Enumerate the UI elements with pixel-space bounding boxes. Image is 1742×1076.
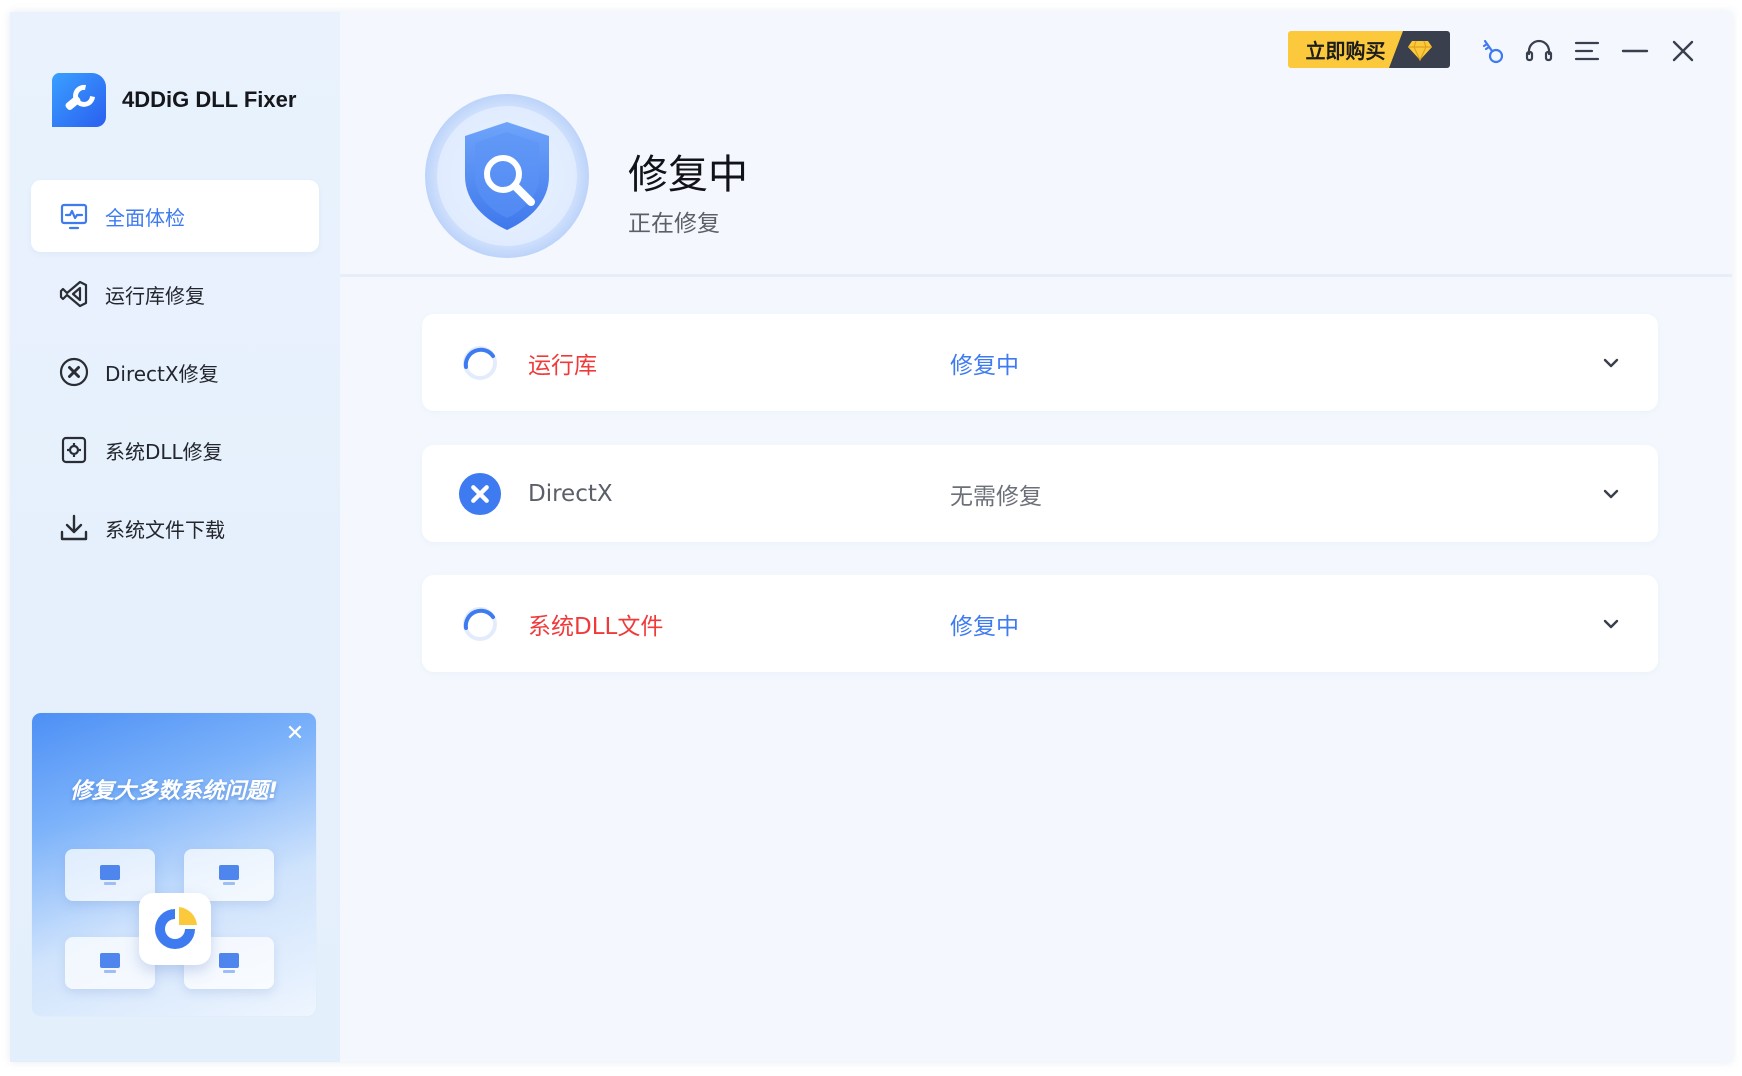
chevron-down-icon[interactable]	[1596, 479, 1626, 509]
promo-title: 修复大多数系统问题!	[69, 779, 279, 804]
row-status: 修复中	[950, 352, 1019, 379]
sidebar: 4DDiG DLL Fixer 全面体检 运行库修复 DirectX修复 系统D…	[10, 12, 340, 1062]
page-title: 修复中	[628, 152, 748, 198]
computer-icon	[219, 953, 239, 973]
repair-row-directx[interactable]: DirectX 无需修复	[422, 445, 1658, 542]
sidebar-item-label: 全面体检	[105, 205, 185, 230]
promo-close-icon[interactable]: ✕	[284, 723, 306, 745]
sidebar-item-runtime-repair[interactable]: 运行库修复	[31, 258, 319, 330]
app-logo-icon	[51, 73, 106, 127]
computer-icon	[219, 865, 239, 885]
sidebar-item-label: 系统DLL修复	[105, 439, 223, 464]
promo-app-logo	[139, 893, 211, 965]
app-name: 4DDiG DLL Fixer	[122, 87, 297, 112]
directx-icon	[57, 355, 91, 389]
dll-gear-icon	[57, 433, 91, 467]
computer-icon	[100, 865, 120, 885]
chevron-down-icon[interactable]	[1596, 609, 1626, 639]
loading-spinner-icon	[458, 602, 502, 646]
sidebar-item-label: DirectX修复	[105, 361, 219, 386]
visual-studio-icon	[57, 277, 91, 311]
sidebar-item-label: 系统文件下载	[105, 517, 225, 542]
repair-row-runtime[interactable]: 运行库 修复中	[422, 314, 1658, 411]
sidebar-item-system-dll-repair[interactable]: 系统DLL修复	[31, 414, 319, 486]
sidebar-item-full-check[interactable]: 全面体检	[31, 180, 319, 252]
promo-card[interactable]: ✕ 修复大多数系统问题!	[31, 712, 317, 1017]
sidebar-item-directx-repair[interactable]: DirectX修复	[31, 336, 319, 408]
status-header: 修复中 正在修复	[340, 12, 1732, 277]
page-subtitle: 正在修复	[628, 211, 720, 237]
chevron-down-icon[interactable]	[1596, 348, 1626, 378]
app-window: 4DDiG DLL Fixer 全面体检 运行库修复 DirectX修复 系统D…	[10, 12, 1732, 1062]
directx-status-icon	[458, 472, 502, 516]
app-logo-icon	[155, 907, 197, 949]
repair-row-system-dll[interactable]: 系统DLL文件 修复中	[422, 575, 1658, 672]
computer-icon	[100, 953, 120, 973]
row-name: DirectX	[528, 480, 613, 507]
row-status: 修复中	[950, 613, 1019, 640]
brand: 4DDiG DLL Fixer	[48, 69, 296, 131]
sidebar-item-system-file-download[interactable]: 系统文件下载	[31, 492, 319, 564]
row-name: 系统DLL文件	[528, 613, 664, 640]
loading-spinner-icon	[458, 341, 502, 385]
shield-search-icon	[425, 94, 589, 258]
sidebar-item-label: 运行库修复	[105, 283, 205, 308]
row-status: 无需修复	[950, 483, 1042, 510]
monitor-pulse-icon	[57, 199, 91, 233]
download-icon	[57, 511, 91, 545]
promo-tile	[65, 849, 155, 901]
row-name: 运行库	[528, 352, 597, 379]
